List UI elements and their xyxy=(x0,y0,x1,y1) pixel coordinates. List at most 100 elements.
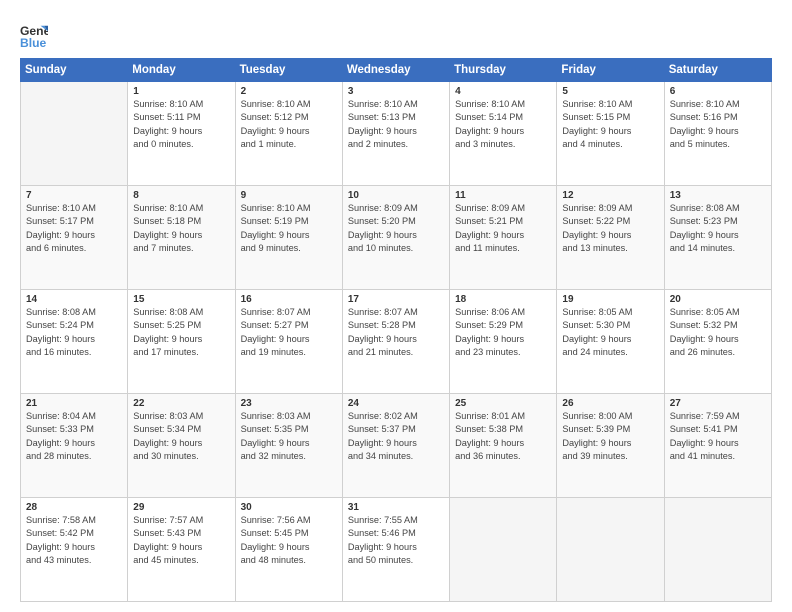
col-header-saturday: Saturday xyxy=(664,59,771,82)
day-number: 6 xyxy=(670,86,766,97)
day-info: Sunrise: 8:10 AMSunset: 5:18 PMDaylight:… xyxy=(133,202,229,255)
day-cell: 1Sunrise: 8:10 AMSunset: 5:11 PMDaylight… xyxy=(128,82,235,186)
day-cell: 9Sunrise: 8:10 AMSunset: 5:19 PMDaylight… xyxy=(235,186,342,290)
header-row: SundayMondayTuesdayWednesdayThursdayFrid… xyxy=(21,59,772,82)
week-row-4: 21Sunrise: 8:04 AMSunset: 5:33 PMDayligh… xyxy=(21,394,772,498)
day-cell: 26Sunrise: 8:00 AMSunset: 5:39 PMDayligh… xyxy=(557,394,664,498)
day-cell xyxy=(557,498,664,602)
day-number: 25 xyxy=(455,398,551,409)
day-info: Sunrise: 8:08 AMSunset: 5:23 PMDaylight:… xyxy=(670,202,766,255)
day-info: Sunrise: 8:03 AMSunset: 5:35 PMDaylight:… xyxy=(241,410,337,463)
day-cell: 4Sunrise: 8:10 AMSunset: 5:14 PMDaylight… xyxy=(450,82,557,186)
logo: General Blue xyxy=(20,22,48,50)
day-cell: 19Sunrise: 8:05 AMSunset: 5:30 PMDayligh… xyxy=(557,290,664,394)
day-info: Sunrise: 8:05 AMSunset: 5:30 PMDaylight:… xyxy=(562,306,658,359)
week-row-5: 28Sunrise: 7:58 AMSunset: 5:42 PMDayligh… xyxy=(21,498,772,602)
day-cell: 6Sunrise: 8:10 AMSunset: 5:16 PMDaylight… xyxy=(664,82,771,186)
col-header-thursday: Thursday xyxy=(450,59,557,82)
day-info: Sunrise: 8:03 AMSunset: 5:34 PMDaylight:… xyxy=(133,410,229,463)
day-cell: 7Sunrise: 8:10 AMSunset: 5:17 PMDaylight… xyxy=(21,186,128,290)
day-info: Sunrise: 8:10 AMSunset: 5:19 PMDaylight:… xyxy=(241,202,337,255)
day-cell: 24Sunrise: 8:02 AMSunset: 5:37 PMDayligh… xyxy=(342,394,449,498)
day-cell: 12Sunrise: 8:09 AMSunset: 5:22 PMDayligh… xyxy=(557,186,664,290)
day-number: 8 xyxy=(133,190,229,201)
col-header-friday: Friday xyxy=(557,59,664,82)
day-cell xyxy=(664,498,771,602)
day-number: 17 xyxy=(348,294,444,305)
day-info: Sunrise: 8:00 AMSunset: 5:39 PMDaylight:… xyxy=(562,410,658,463)
day-cell: 25Sunrise: 8:01 AMSunset: 5:38 PMDayligh… xyxy=(450,394,557,498)
day-cell: 14Sunrise: 8:08 AMSunset: 5:24 PMDayligh… xyxy=(21,290,128,394)
col-header-monday: Monday xyxy=(128,59,235,82)
day-number: 24 xyxy=(348,398,444,409)
day-number: 15 xyxy=(133,294,229,305)
day-number: 11 xyxy=(455,190,551,201)
day-info: Sunrise: 8:09 AMSunset: 5:20 PMDaylight:… xyxy=(348,202,444,255)
day-number: 30 xyxy=(241,502,337,513)
day-number: 3 xyxy=(348,86,444,97)
day-info: Sunrise: 8:02 AMSunset: 5:37 PMDaylight:… xyxy=(348,410,444,463)
day-number: 26 xyxy=(562,398,658,409)
day-cell: 30Sunrise: 7:56 AMSunset: 5:45 PMDayligh… xyxy=(235,498,342,602)
day-cell: 28Sunrise: 7:58 AMSunset: 5:42 PMDayligh… xyxy=(21,498,128,602)
week-row-3: 14Sunrise: 8:08 AMSunset: 5:24 PMDayligh… xyxy=(21,290,772,394)
day-cell: 21Sunrise: 8:04 AMSunset: 5:33 PMDayligh… xyxy=(21,394,128,498)
day-info: Sunrise: 7:56 AMSunset: 5:45 PMDaylight:… xyxy=(241,514,337,567)
logo-icon: General Blue xyxy=(20,22,48,50)
day-info: Sunrise: 8:08 AMSunset: 5:24 PMDaylight:… xyxy=(26,306,122,359)
day-cell: 17Sunrise: 8:07 AMSunset: 5:28 PMDayligh… xyxy=(342,290,449,394)
day-number: 13 xyxy=(670,190,766,201)
day-info: Sunrise: 7:55 AMSunset: 5:46 PMDaylight:… xyxy=(348,514,444,567)
svg-text:Blue: Blue xyxy=(20,36,47,50)
day-cell: 3Sunrise: 8:10 AMSunset: 5:13 PMDaylight… xyxy=(342,82,449,186)
page: General Blue SundayMondayTuesdayWednesda… xyxy=(0,0,792,612)
day-cell: 18Sunrise: 8:06 AMSunset: 5:29 PMDayligh… xyxy=(450,290,557,394)
day-cell: 31Sunrise: 7:55 AMSunset: 5:46 PMDayligh… xyxy=(342,498,449,602)
day-cell: 2Sunrise: 8:10 AMSunset: 5:12 PMDaylight… xyxy=(235,82,342,186)
day-info: Sunrise: 8:08 AMSunset: 5:25 PMDaylight:… xyxy=(133,306,229,359)
day-number: 27 xyxy=(670,398,766,409)
day-number: 16 xyxy=(241,294,337,305)
day-info: Sunrise: 8:07 AMSunset: 5:27 PMDaylight:… xyxy=(241,306,337,359)
day-number: 14 xyxy=(26,294,122,305)
day-info: Sunrise: 8:10 AMSunset: 5:12 PMDaylight:… xyxy=(241,98,337,151)
week-row-1: 1Sunrise: 8:10 AMSunset: 5:11 PMDaylight… xyxy=(21,82,772,186)
day-cell: 29Sunrise: 7:57 AMSunset: 5:43 PMDayligh… xyxy=(128,498,235,602)
day-number: 21 xyxy=(26,398,122,409)
day-info: Sunrise: 7:57 AMSunset: 5:43 PMDaylight:… xyxy=(133,514,229,567)
day-cell: 20Sunrise: 8:05 AMSunset: 5:32 PMDayligh… xyxy=(664,290,771,394)
day-info: Sunrise: 8:05 AMSunset: 5:32 PMDaylight:… xyxy=(670,306,766,359)
day-info: Sunrise: 8:10 AMSunset: 5:17 PMDaylight:… xyxy=(26,202,122,255)
day-cell: 16Sunrise: 8:07 AMSunset: 5:27 PMDayligh… xyxy=(235,290,342,394)
day-number: 7 xyxy=(26,190,122,201)
day-info: Sunrise: 8:06 AMSunset: 5:29 PMDaylight:… xyxy=(455,306,551,359)
calendar-table: SundayMondayTuesdayWednesdayThursdayFrid… xyxy=(20,58,772,602)
day-number: 29 xyxy=(133,502,229,513)
day-number: 10 xyxy=(348,190,444,201)
day-info: Sunrise: 8:04 AMSunset: 5:33 PMDaylight:… xyxy=(26,410,122,463)
day-number: 12 xyxy=(562,190,658,201)
day-info: Sunrise: 8:10 AMSunset: 5:15 PMDaylight:… xyxy=(562,98,658,151)
day-number: 9 xyxy=(241,190,337,201)
day-cell: 11Sunrise: 8:09 AMSunset: 5:21 PMDayligh… xyxy=(450,186,557,290)
day-cell xyxy=(21,82,128,186)
col-header-tuesday: Tuesday xyxy=(235,59,342,82)
day-number: 5 xyxy=(562,86,658,97)
week-row-2: 7Sunrise: 8:10 AMSunset: 5:17 PMDaylight… xyxy=(21,186,772,290)
day-number: 20 xyxy=(670,294,766,305)
day-cell: 27Sunrise: 7:59 AMSunset: 5:41 PMDayligh… xyxy=(664,394,771,498)
day-info: Sunrise: 8:10 AMSunset: 5:14 PMDaylight:… xyxy=(455,98,551,151)
day-number: 2 xyxy=(241,86,337,97)
day-info: Sunrise: 8:07 AMSunset: 5:28 PMDaylight:… xyxy=(348,306,444,359)
col-header-wednesday: Wednesday xyxy=(342,59,449,82)
day-info: Sunrise: 8:10 AMSunset: 5:16 PMDaylight:… xyxy=(670,98,766,151)
day-cell: 5Sunrise: 8:10 AMSunset: 5:15 PMDaylight… xyxy=(557,82,664,186)
header: General Blue xyxy=(20,18,772,50)
day-number: 4 xyxy=(455,86,551,97)
day-cell: 13Sunrise: 8:08 AMSunset: 5:23 PMDayligh… xyxy=(664,186,771,290)
day-info: Sunrise: 7:59 AMSunset: 5:41 PMDaylight:… xyxy=(670,410,766,463)
day-number: 22 xyxy=(133,398,229,409)
day-number: 28 xyxy=(26,502,122,513)
day-cell: 23Sunrise: 8:03 AMSunset: 5:35 PMDayligh… xyxy=(235,394,342,498)
day-cell xyxy=(450,498,557,602)
